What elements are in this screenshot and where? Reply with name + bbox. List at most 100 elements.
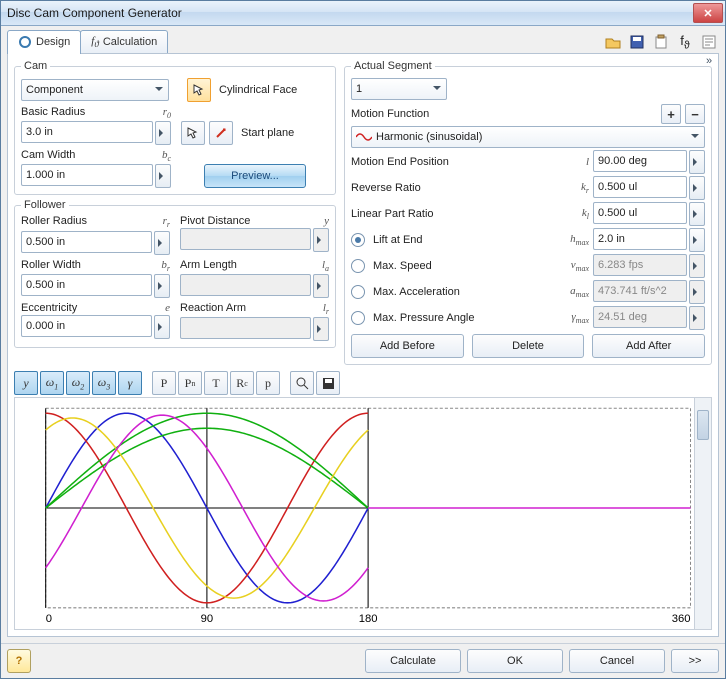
- cam-width-input[interactable]: 1.000 in: [21, 164, 153, 186]
- cam-width-sym: bc: [149, 149, 171, 163]
- opt-acc-label: Max. Acceleration: [373, 286, 563, 298]
- ecc-menu[interactable]: [154, 315, 170, 339]
- basic-radius-input[interactable]: 3.0 in: [21, 121, 153, 143]
- opt-speed-label: Max. Speed: [373, 260, 563, 272]
- opt-lift-label: Lift at End: [373, 234, 563, 246]
- graph-gamma-button[interactable]: γ: [118, 371, 142, 395]
- roller-radius-menu[interactable]: [154, 231, 170, 255]
- help-button[interactable]: ?: [7, 649, 31, 673]
- react-input: [180, 317, 311, 339]
- segment-legend: Actual Segment: [351, 60, 435, 72]
- save-icon[interactable]: [627, 32, 647, 52]
- radio-lift[interactable]: [351, 233, 365, 247]
- basic-radius-menu[interactable]: [155, 121, 171, 145]
- titlebar[interactable]: Disc Cam Component Generator ✕: [1, 1, 725, 26]
- expand-button[interactable]: >>: [671, 649, 719, 673]
- svg-text:90: 90: [201, 613, 214, 625]
- pivot-input: [180, 228, 311, 250]
- graph-w2-button[interactable]: ω2: [66, 371, 90, 395]
- cam-group: Cam Component Cylindrical Face Basic Rad: [14, 60, 336, 195]
- add-before-button[interactable]: Add Before: [351, 334, 464, 358]
- react-menu: [313, 317, 329, 341]
- ecc-input[interactable]: 0.000 in: [21, 315, 152, 337]
- graph-w3-button[interactable]: ω3: [92, 371, 116, 395]
- radio-press[interactable]: [351, 311, 365, 325]
- press-menu: [689, 306, 705, 330]
- roller-radius-label: Roller Radius: [21, 215, 148, 227]
- cancel-button[interactable]: Cancel: [569, 649, 665, 673]
- tab-calculation[interactable]: fϑ Calculation: [80, 30, 168, 54]
- svg-text:0: 0: [46, 613, 52, 625]
- rev-ratio-menu[interactable]: [689, 176, 705, 200]
- scroll-thumb[interactable]: [697, 410, 709, 440]
- acc-input: 473.741 ft/s^2: [593, 280, 687, 302]
- arm-menu: [313, 274, 329, 298]
- add-after-button[interactable]: Add After: [592, 334, 705, 358]
- segment-group: Actual Segment 1 Motion Function + − Har…: [344, 60, 712, 365]
- lin-ratio-input[interactable]: 0.500 ul: [593, 202, 687, 224]
- radio-speed[interactable]: [351, 259, 365, 273]
- preview-button[interactable]: Preview...: [204, 164, 306, 188]
- graph-rc-button[interactable]: Rc: [230, 371, 254, 395]
- graph-w1-button[interactable]: ω1: [40, 371, 64, 395]
- rev-ratio-input[interactable]: 0.500 ul: [593, 176, 687, 198]
- basic-radius-sym: r0: [149, 106, 171, 120]
- graph-t-button[interactable]: T: [204, 371, 228, 395]
- roller-width-input[interactable]: 0.500 in: [21, 274, 152, 296]
- cam-width-menu[interactable]: [155, 164, 171, 188]
- lift-menu[interactable]: [689, 228, 705, 252]
- pick-plane-icon[interactable]: [181, 121, 205, 145]
- flip-plane-icon[interactable]: [209, 121, 233, 145]
- end-pos-menu[interactable]: [689, 150, 705, 174]
- pick-face-icon[interactable]: [187, 78, 211, 102]
- graph-plot: 0 90 180 360: [15, 398, 711, 630]
- speed-menu: [689, 254, 705, 278]
- graph-scrollbar[interactable]: [694, 398, 711, 629]
- graph-toolbar: y ω1 ω2 ω3 γ P Pn T Rc p: [14, 371, 712, 395]
- delete-button[interactable]: Delete: [472, 334, 585, 358]
- graph-p-button[interactable]: P: [152, 371, 176, 395]
- cam-component-combo[interactable]: Component: [21, 79, 169, 101]
- segment-combo[interactable]: 1: [351, 78, 447, 100]
- graph-zoom-button[interactable]: [290, 371, 314, 395]
- close-button[interactable]: ✕: [693, 3, 723, 23]
- tab-design[interactable]: Design: [7, 30, 81, 54]
- basic-radius-label: Basic Radius: [21, 106, 149, 118]
- react-label: Reaction Arm: [180, 302, 307, 314]
- lin-ratio-label: Linear Part Ratio: [351, 208, 563, 220]
- calculate-button[interactable]: Calculate: [365, 649, 461, 673]
- clipboard-icon[interactable]: [651, 32, 671, 52]
- arm-input: [180, 274, 311, 296]
- cam-width-label: Cam Width: [21, 149, 149, 161]
- opt-press-label: Max. Pressure Angle: [373, 312, 563, 324]
- open-icon[interactable]: [603, 32, 623, 52]
- motion-fn-combo[interactable]: Harmonic (sinusoidal): [351, 126, 705, 148]
- graph-pn-button[interactable]: Pn: [178, 371, 202, 395]
- end-pos-input[interactable]: 90.00 deg: [593, 150, 687, 172]
- pivot-menu: [313, 228, 329, 252]
- graph-y-button[interactable]: y: [14, 371, 38, 395]
- cam-component-value: Component: [26, 84, 83, 96]
- notes-icon[interactable]: [699, 32, 719, 52]
- sine-icon: [356, 131, 372, 143]
- fx-toolbar-icon[interactable]: fϑ: [675, 32, 695, 52]
- speed-input: 6.283 fps: [593, 254, 687, 276]
- roller-radius-input[interactable]: 0.500 in: [21, 231, 152, 253]
- graph-save-button[interactable]: [316, 371, 340, 395]
- lin-ratio-menu[interactable]: [689, 202, 705, 226]
- radio-acc[interactable]: [351, 285, 365, 299]
- tab-design-label: Design: [36, 36, 70, 48]
- ok-button[interactable]: OK: [467, 649, 563, 673]
- add-segment-button[interactable]: +: [661, 104, 681, 124]
- roller-width-menu[interactable]: [154, 274, 170, 298]
- svg-text:360: 360: [672, 613, 691, 625]
- panel-collapse-right[interactable]: »: [702, 54, 716, 68]
- remove-segment-button[interactable]: −: [685, 104, 705, 124]
- ecc-label: Eccentricity: [21, 302, 148, 314]
- follower-group: Follower Roller Radiusrr 0.500 in Pivot …: [14, 199, 336, 348]
- lift-input[interactable]: 2.0 in: [593, 228, 687, 250]
- graph-smallp-button[interactable]: p: [256, 371, 280, 395]
- graph-area[interactable]: 0 90 180 360: [14, 397, 712, 630]
- svg-text:180: 180: [359, 613, 378, 625]
- fx-icon: fϑ: [91, 35, 99, 49]
